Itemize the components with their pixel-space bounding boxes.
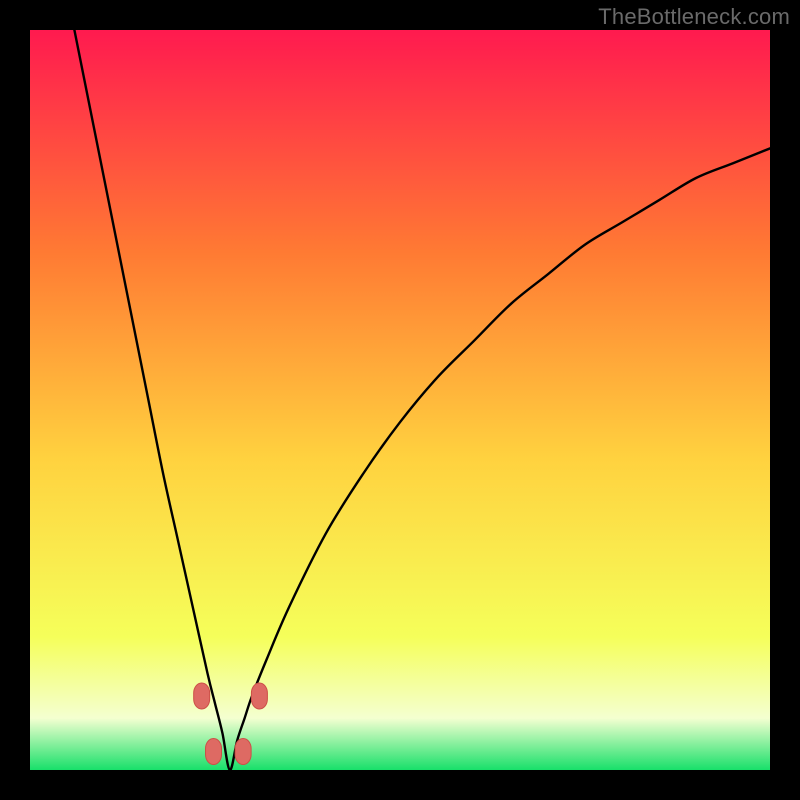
optimal-marker xyxy=(235,739,251,765)
bottleneck-chart xyxy=(30,30,770,770)
gradient-background xyxy=(30,30,770,770)
optimal-marker xyxy=(206,739,222,765)
chart-frame xyxy=(30,30,770,770)
optimal-marker xyxy=(251,683,267,709)
optimal-marker xyxy=(194,683,210,709)
watermark-text: TheBottleneck.com xyxy=(598,4,790,30)
